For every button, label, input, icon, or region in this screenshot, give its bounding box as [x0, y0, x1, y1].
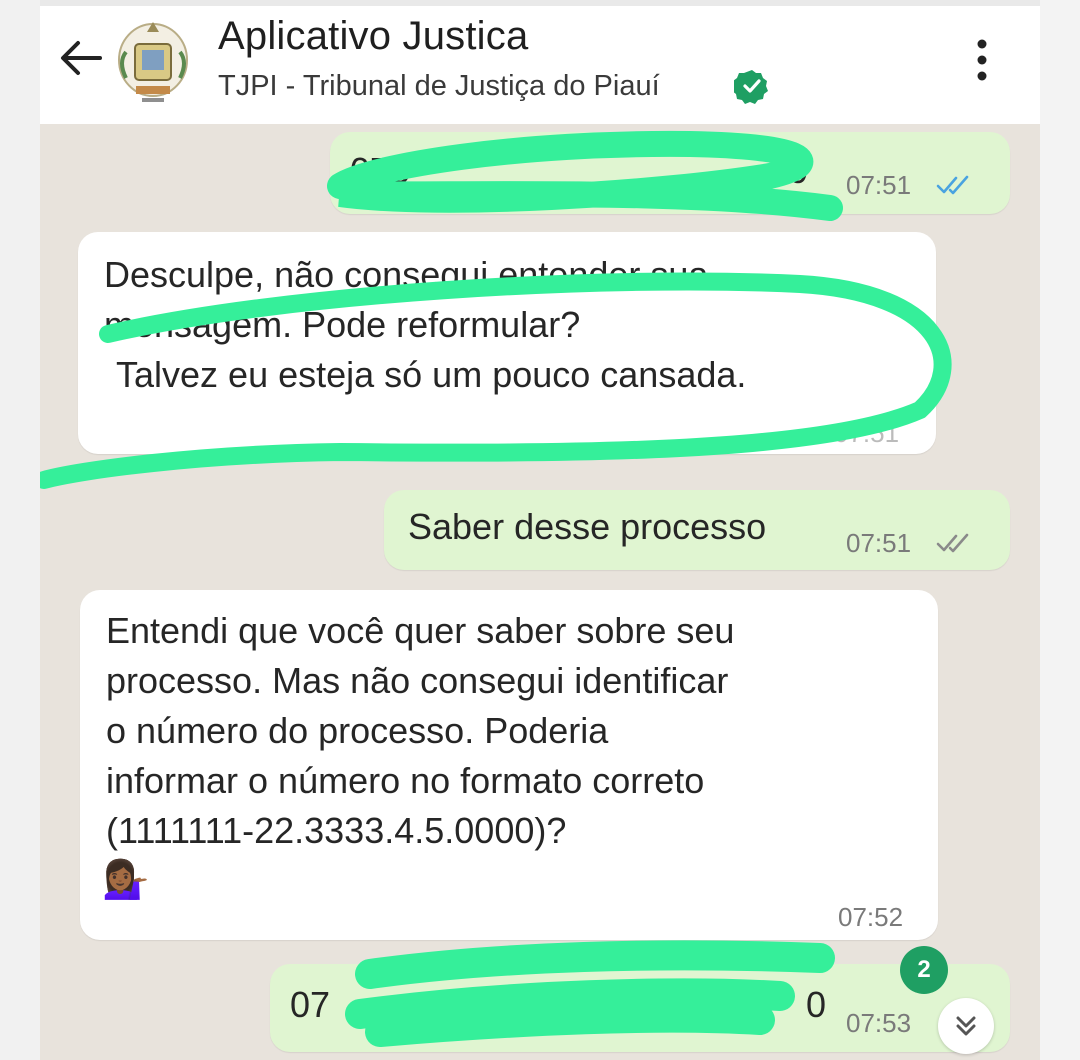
scroll-down-button[interactable] [938, 998, 994, 1054]
screenshot-frame: Aplicativo Justica TJPI - Tribunal de Ju… [0, 0, 1080, 1060]
outgoing-message-3[interactable]: 07 0 07:53 [270, 964, 1010, 1052]
double-chevron-down-icon [956, 1016, 976, 1036]
message-time: 07:51 [834, 418, 900, 448]
left-edge [0, 0, 40, 1060]
outgoing-message-2[interactable]: Saber desse processo 07:51 [384, 490, 1010, 570]
emoji-woman-tipping-hand: 💁🏾‍♀️ [102, 859, 150, 901]
message-visible-end: 00 [768, 150, 809, 191]
incoming-message-1[interactable]: Desculpe, não consegui entender sua mens… [78, 232, 936, 454]
delivered-ticks-icon [936, 533, 969, 553]
message-line: Talvez eu esteja só um pouco cansada. [116, 354, 747, 395]
chat-area[interactable]: 075 00 07:51 Desculpe, não consegui ente… [40, 124, 1040, 1060]
chat-subtitle[interactable]: TJPI - Tribunal de Justiça do Piauí [218, 70, 660, 103]
message-time: 07:52 [838, 902, 904, 932]
message-time: 07:51 [846, 528, 912, 558]
message-text: Entendi que você quer saber sobre seu pr… [106, 610, 735, 851]
message-visible-start: 075 [350, 150, 411, 191]
tjpi-logo-avatar[interactable] [112, 16, 194, 106]
message-line: Desculpe, não consegui entender sua [104, 254, 709, 295]
more-options-icon[interactable] [970, 36, 994, 84]
message-line: mensagem. Pode reformular? [104, 304, 581, 345]
message-visible-end: 0 [806, 984, 827, 1025]
outgoing-message-1[interactable]: 075 00 07:51 [330, 132, 1010, 214]
message-time: 07:51 [846, 170, 912, 200]
message-time: 07:53 [846, 1008, 912, 1038]
read-ticks-icon [936, 175, 969, 195]
chat-title[interactable]: Aplicativo Justica [218, 14, 528, 59]
message-visible-start: 07 [290, 984, 331, 1025]
incoming-message-2[interactable]: Entendi que você quer saber sobre seu pr… [80, 590, 938, 940]
verified-badge-icon [734, 70, 768, 104]
right-edge [1040, 0, 1080, 1060]
message-text: Saber desse processo [408, 506, 767, 547]
back-arrow-icon[interactable] [58, 38, 104, 78]
unread-count-badge: 2 [900, 946, 948, 994]
